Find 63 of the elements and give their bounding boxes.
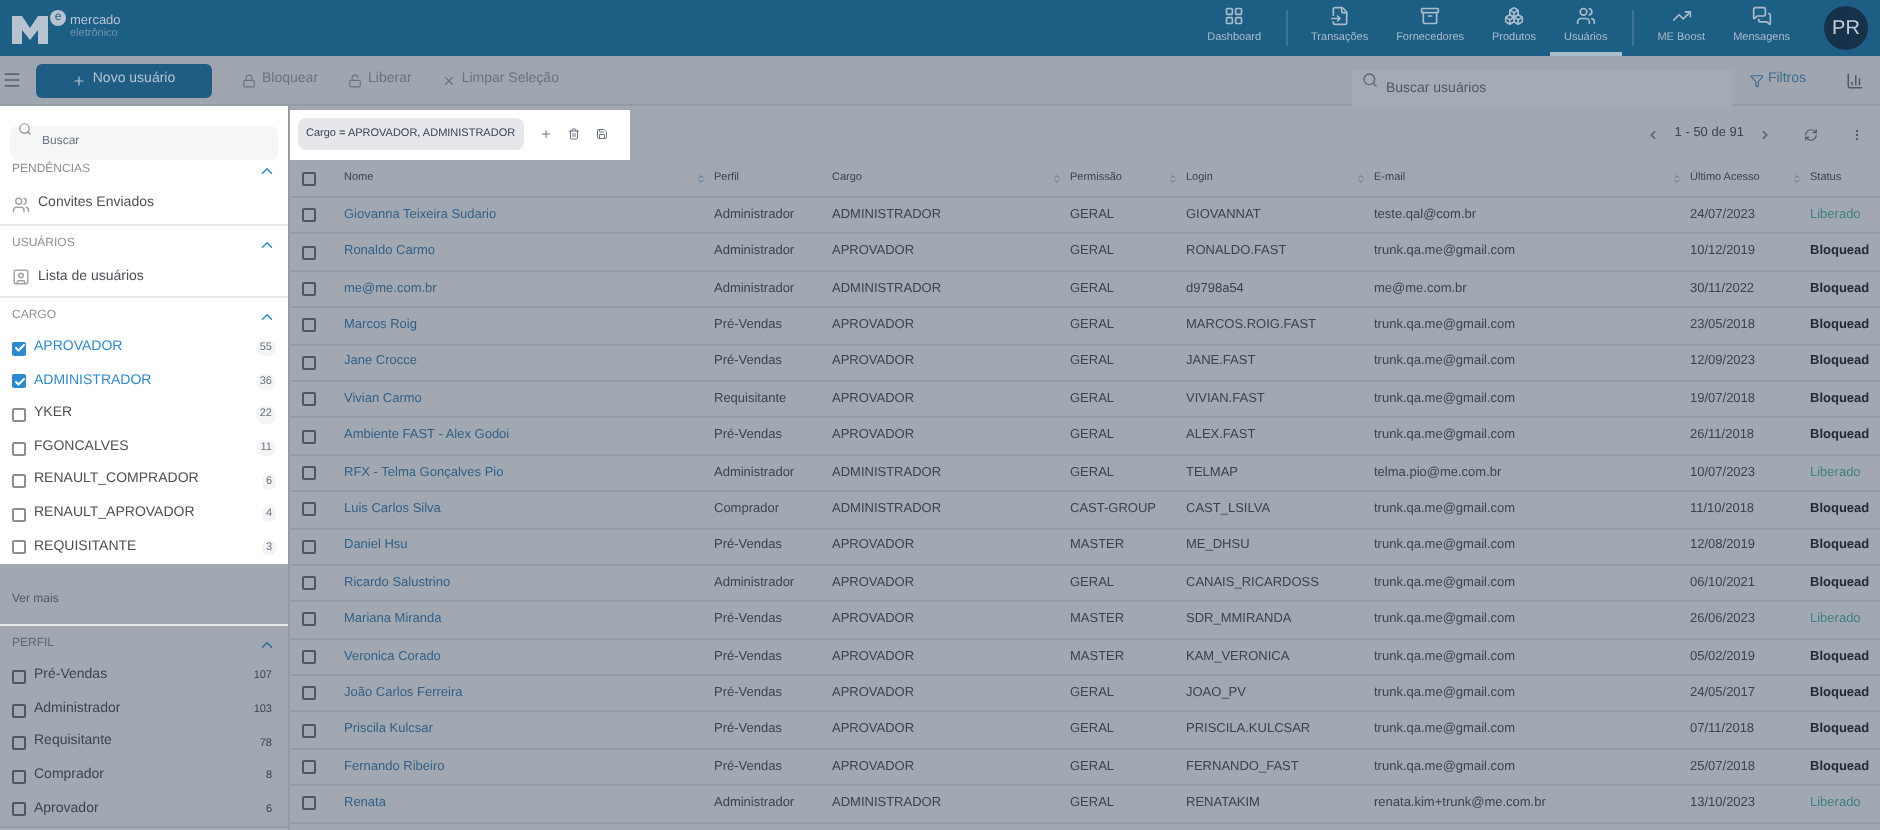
chevron-up-icon[interactable] xyxy=(258,162,276,180)
sort-icon[interactable] xyxy=(1052,174,1062,184)
archive-box-icon xyxy=(1420,5,1441,26)
trend-chart-icon xyxy=(1671,5,1692,26)
select-all-checkbox[interactable] xyxy=(302,172,316,186)
refresh-icon[interactable] xyxy=(1804,127,1818,141)
chevron-up-icon[interactable] xyxy=(258,308,276,326)
boxes-icon xyxy=(1504,5,1524,26)
sort-icon[interactable] xyxy=(1792,174,1802,184)
checkbox[interactable] xyxy=(12,769,26,784)
checkbox[interactable] xyxy=(12,407,26,422)
row-checkbox[interactable] xyxy=(302,686,316,701)
row-checkbox[interactable] xyxy=(302,502,316,517)
row-checkbox[interactable] xyxy=(302,539,316,554)
next-page-icon[interactable] xyxy=(1758,127,1772,141)
checkbox[interactable] xyxy=(12,540,26,555)
row-checkbox[interactable] xyxy=(302,355,316,370)
search-icon xyxy=(18,122,32,136)
filter-icon xyxy=(1749,73,1764,87)
add-icon[interactable] xyxy=(539,128,552,140)
row-checkbox[interactable] xyxy=(302,429,316,444)
lock-icon xyxy=(242,73,256,87)
checkbox[interactable] xyxy=(12,703,26,718)
row-checkbox[interactable] xyxy=(302,796,316,811)
checkbox[interactable] xyxy=(12,669,26,684)
trash-icon[interactable] xyxy=(567,128,580,140)
row-checkbox[interactable] xyxy=(302,723,316,738)
row-checkbox[interactable] xyxy=(302,392,316,407)
row-checkbox[interactable] xyxy=(302,245,316,260)
search-icon xyxy=(1361,72,1378,88)
sort-icon[interactable] xyxy=(696,174,706,184)
row-checkbox[interactable] xyxy=(302,465,316,480)
unlock-icon xyxy=(348,73,363,87)
user-avatar[interactable]: PR xyxy=(1824,6,1868,50)
row-checkbox[interactable] xyxy=(302,318,316,333)
chat-bubbles-icon xyxy=(1751,5,1772,26)
checkbox[interactable] xyxy=(12,507,26,522)
menu-icon[interactable] xyxy=(2,70,22,90)
checkbox[interactable] xyxy=(12,802,26,817)
checkbox[interactable] xyxy=(12,474,26,489)
row-checkbox[interactable] xyxy=(302,576,316,591)
check-icon xyxy=(13,342,25,355)
row-checkbox[interactable] xyxy=(302,281,316,296)
bar-chart-icon[interactable] xyxy=(1846,71,1864,89)
previous-page-icon[interactable] xyxy=(1646,127,1661,141)
row-checkbox[interactable] xyxy=(302,208,316,223)
plus-icon xyxy=(72,73,87,87)
row-checkbox[interactable] xyxy=(302,612,316,627)
check-icon xyxy=(13,375,25,388)
close-icon xyxy=(441,73,456,87)
save-icon[interactable] xyxy=(595,128,608,140)
sort-icon[interactable] xyxy=(1356,174,1366,184)
document-arrow-icon xyxy=(1329,5,1350,26)
row-checkbox[interactable] xyxy=(302,760,316,775)
row-checkbox[interactable] xyxy=(302,649,316,664)
grid-icon xyxy=(1224,5,1245,26)
users-icon xyxy=(1575,5,1596,26)
sort-icon[interactable] xyxy=(1672,174,1682,184)
sort-icon[interactable] xyxy=(1168,174,1178,184)
contact-card-icon xyxy=(12,268,30,287)
people-icon xyxy=(12,195,30,214)
checkbox[interactable] xyxy=(12,441,26,456)
checkbox[interactable] xyxy=(12,736,26,751)
